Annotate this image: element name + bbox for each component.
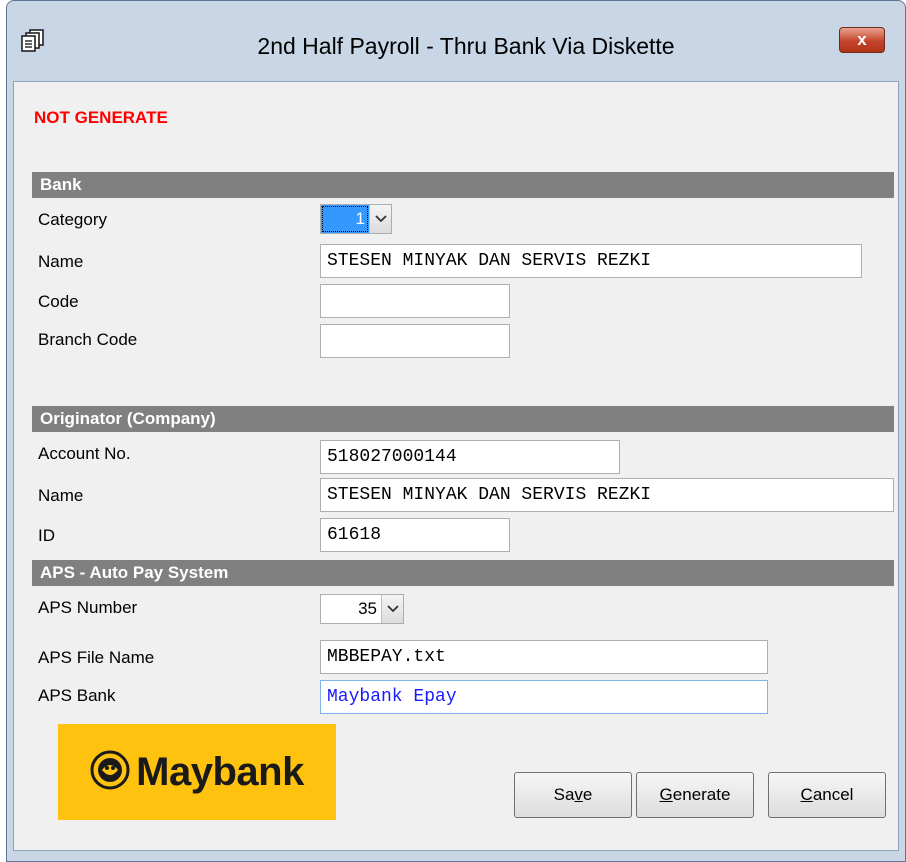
tiger-emblem-icon xyxy=(90,750,130,795)
id-field[interactable]: 61618 xyxy=(320,518,510,552)
code-label: Code xyxy=(38,292,79,311)
cancel-label-accel: C xyxy=(800,785,813,804)
category-label: Category xyxy=(38,210,107,229)
title-bar[interactable]: 2nd Half Payroll - Thru Bank Via Diskett… xyxy=(7,1,905,81)
generate-button[interactable]: Generate xyxy=(636,772,754,818)
branch-code-field[interactable] xyxy=(320,324,510,358)
branch-code-label: Branch Code xyxy=(38,330,138,349)
originator-name-label: Name xyxy=(38,486,84,505)
originator-name-field[interactable]: STESEN MINYAK DAN SERVIS REZKI xyxy=(320,478,894,512)
aps-number-label: APS Number xyxy=(38,598,138,617)
aps-bank-field[interactable]: Maybank Epay xyxy=(320,680,768,714)
aps-number-value: 35 xyxy=(358,599,377,618)
window-title: 2nd Half Payroll - Thru Bank Via Diskett… xyxy=(257,32,675,59)
code-field[interactable] xyxy=(320,284,510,318)
aps-section-header: APS - Auto Pay System xyxy=(32,560,894,586)
stacked-documents-icon xyxy=(21,29,45,53)
aps-file-name-field[interactable]: MBBEPAY.txt xyxy=(320,640,768,674)
bank-name-field[interactable]: STESEN MINYAK DAN SERVIS REZKI xyxy=(320,244,862,278)
chevron-down-icon[interactable] xyxy=(369,205,391,233)
originator-section-header: Originator (Company) xyxy=(32,406,894,432)
close-button[interactable]: x xyxy=(839,27,885,53)
account-no-label: Account No. xyxy=(38,444,131,463)
bank-name-label: Name xyxy=(38,252,84,271)
category-select[interactable]: 1 xyxy=(320,204,392,234)
generate-label-post: enerate xyxy=(672,785,731,804)
save-label-accel: v xyxy=(574,785,583,804)
save-label-post: e xyxy=(582,785,593,804)
cancel-label-post: ancel xyxy=(812,785,854,804)
save-button[interactable]: Sa v e xyxy=(514,772,632,818)
status-text: NOT GENERATE xyxy=(34,108,168,127)
logo-text: Maybank xyxy=(136,749,304,794)
category-value: 1 xyxy=(321,205,369,233)
dialog-body: NOT GENERATE Bank Category 1 Name STESEN… xyxy=(13,81,899,851)
bank-section-header: Bank xyxy=(32,172,894,198)
dialog-window: 2nd Half Payroll - Thru Bank Via Diskett… xyxy=(6,0,906,862)
id-label: ID xyxy=(38,526,55,545)
account-no-field[interactable]: 518027000144 xyxy=(320,440,620,474)
maybank-logo: Maybank xyxy=(58,724,336,820)
save-label-pre: Sa xyxy=(553,785,575,804)
generate-label-accel: G xyxy=(659,785,673,804)
close-icon: x xyxy=(857,30,867,49)
aps-bank-label: APS Bank xyxy=(38,686,116,705)
cancel-button[interactable]: Cancel xyxy=(768,772,886,818)
chevron-down-icon[interactable] xyxy=(381,595,403,623)
aps-file-name-label: APS File Name xyxy=(38,648,155,667)
aps-number-select[interactable]: 35 xyxy=(320,594,404,624)
